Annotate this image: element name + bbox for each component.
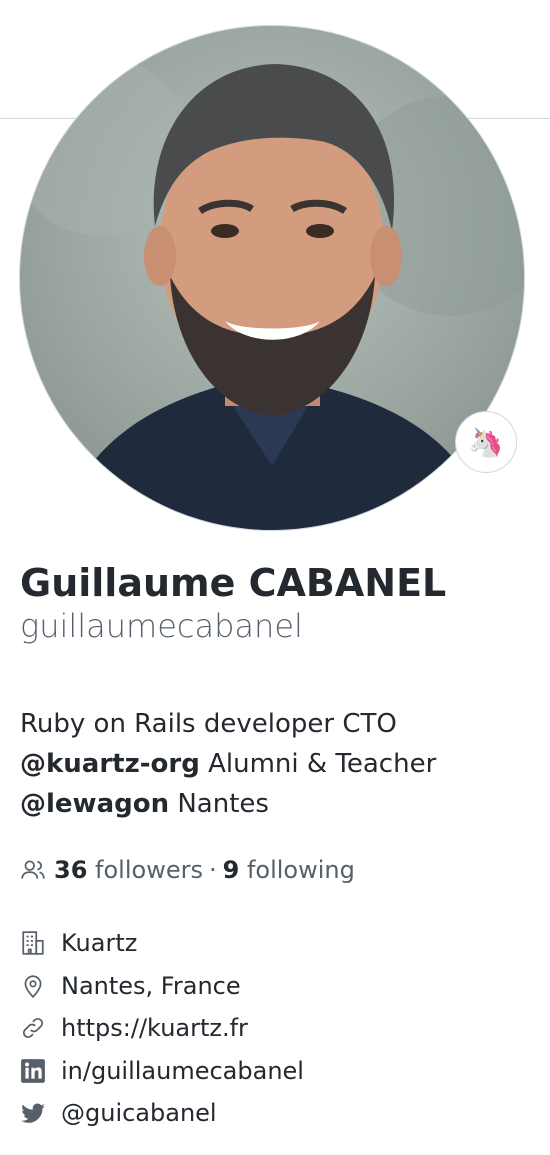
profile-names: Guillaume CABANEL guillaumecabanel bbox=[20, 560, 446, 646]
profile-username: guillaumecabanel bbox=[20, 607, 303, 645]
following-link[interactable]: 9 following bbox=[223, 852, 355, 888]
unicorn-icon: 🦄 bbox=[468, 425, 504, 459]
follow-stats: 36 followers · 9 following bbox=[20, 852, 355, 888]
detail-company: Kuartz bbox=[20, 922, 304, 965]
profile-details: Kuartz Nantes, France https://kuartz.fr … bbox=[20, 922, 304, 1135]
linkedin-link[interactable]: in/guillaumecabanel bbox=[61, 1057, 304, 1085]
link-icon bbox=[20, 1015, 46, 1041]
lewagon-mention-link[interactable]: @lewagon bbox=[20, 789, 169, 819]
detail-linkedin: in/guillaumecabanel bbox=[20, 1050, 304, 1093]
avatar[interactable] bbox=[19, 25, 525, 531]
website-link[interactable]: https://kuartz.fr bbox=[61, 1014, 248, 1042]
bio-line-3: @lewagon Nantes bbox=[20, 784, 520, 824]
bio-line-1: Ruby on Rails developer CTO bbox=[20, 709, 397, 739]
profile-fullname: Guillaume CABANEL bbox=[20, 561, 447, 605]
location-icon bbox=[20, 973, 46, 999]
followers-label: followers bbox=[95, 856, 203, 884]
followers-count: 36 bbox=[54, 856, 88, 884]
follow-separator: · bbox=[208, 856, 217, 884]
bio-line-2-text: Alumni & Teacher bbox=[199, 749, 437, 779]
location-text: Nantes, France bbox=[61, 971, 241, 1000]
company-text: Kuartz bbox=[61, 929, 138, 958]
following-count: 9 bbox=[222, 856, 240, 884]
detail-twitter: @guicabanel bbox=[20, 1092, 304, 1135]
profile-bio: Ruby on Rails developer CTO @kuartz-org … bbox=[20, 704, 520, 824]
bio-line-3-text: Nantes bbox=[169, 789, 269, 819]
twitter-link[interactable]: @guicabanel bbox=[61, 1099, 217, 1127]
following-label: following bbox=[246, 856, 355, 884]
org-mention-link[interactable]: @kuartz-org bbox=[20, 749, 200, 779]
people-icon bbox=[20, 857, 46, 883]
twitter-icon bbox=[20, 1100, 46, 1126]
avatar-photo bbox=[20, 56, 524, 530]
bio-line-2: @kuartz-org Alumni & Teacher bbox=[20, 744, 520, 784]
organization-icon bbox=[20, 930, 46, 956]
followers-link[interactable]: 36 followers bbox=[54, 852, 203, 888]
status-emoji-badge[interactable]: 🦄 bbox=[455, 411, 517, 473]
linkedin-icon bbox=[20, 1058, 46, 1084]
detail-location: Nantes, France bbox=[20, 965, 304, 1008]
detail-website: https://kuartz.fr bbox=[20, 1007, 304, 1050]
